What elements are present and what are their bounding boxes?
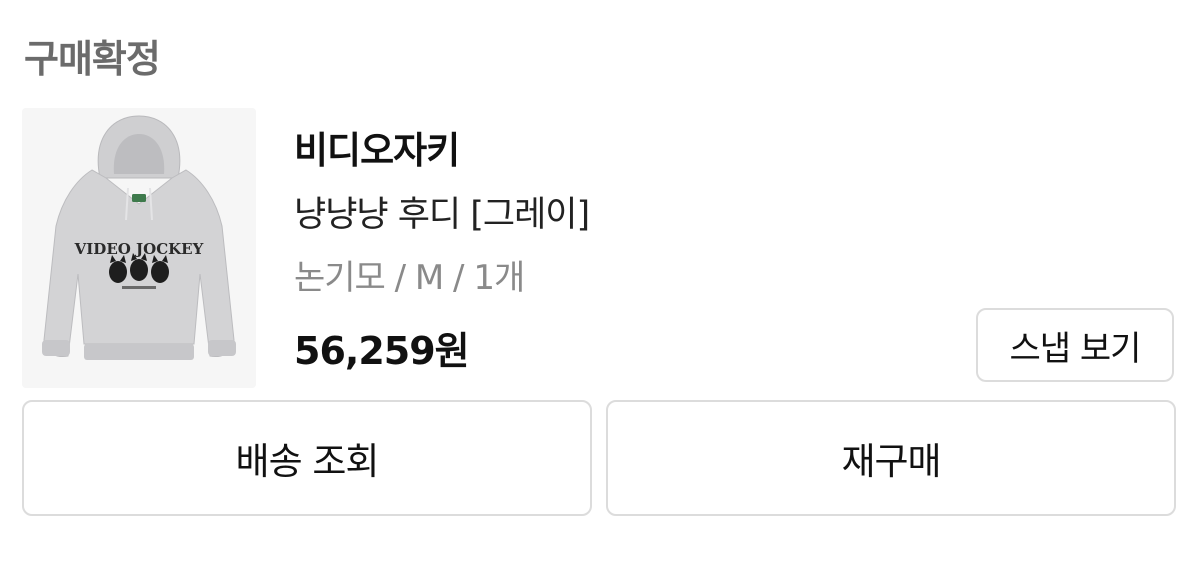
- track-shipping-button[interactable]: 배송 조회: [22, 400, 592, 516]
- product-option: 논기모 / M / 1개: [294, 258, 525, 298]
- order-status-title: 구매확정: [24, 37, 161, 81]
- product-image[interactable]: VIDEO JOCKEY: [22, 108, 256, 388]
- order-item-page: 구매확정 VIDEO JOCKEY 비디오자키 냥냥냥 후디 [그레이] 논기모…: [0, 0, 1200, 586]
- reorder-button[interactable]: 재구매: [606, 400, 1176, 516]
- product-card: VIDEO JOCKEY 비디오자키 냥냥냥 후디 [그레이] 논기모 / M …: [22, 108, 1178, 390]
- snap-view-button[interactable]: 스냅 보기: [976, 308, 1174, 382]
- brand-name[interactable]: 비디오자키: [294, 120, 460, 174]
- order-actions: 배송 조회 재구매: [22, 400, 1178, 518]
- hoodie-icon: VIDEO JOCKEY: [22, 108, 256, 388]
- product-price: 56,259원: [294, 329, 470, 373]
- hoodie-print-text: VIDEO JOCKEY: [74, 240, 204, 258]
- product-name[interactable]: 냥냥냥 후디 [그레이]: [294, 186, 590, 237]
